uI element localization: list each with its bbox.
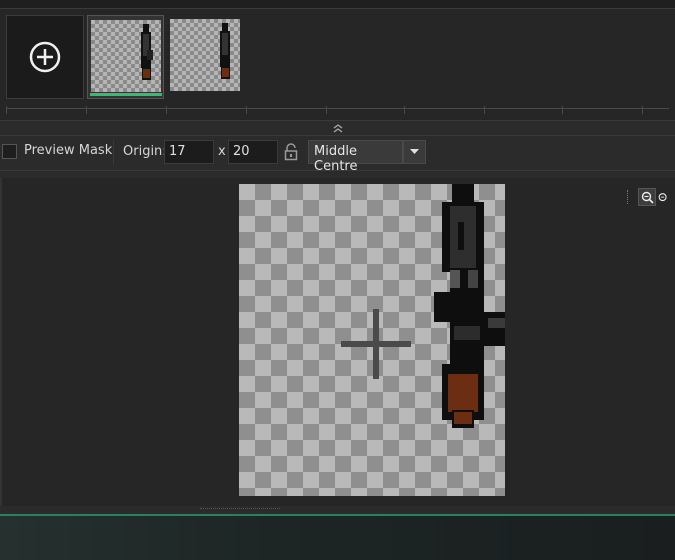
preview-mask-checkbox[interactable] — [2, 144, 17, 159]
sprite-toolbar: Preview Mask Origin: 17 x 20 Middle Cent… — [0, 136, 675, 174]
add-frame-icon — [29, 41, 61, 73]
sprite-thumbnail — [141, 24, 153, 80]
frame-thumbnail-selected[interactable] — [87, 15, 164, 99]
collapse-chevron-icon — [333, 124, 342, 133]
zoom-reset-icon — [658, 192, 667, 201]
frame-thumbnail-image — [91, 20, 161, 92]
origin-preset-dropdown-button[interactable] — [403, 140, 426, 164]
selected-indicator — [90, 93, 162, 96]
panel-collapse-handle[interactable] — [0, 120, 675, 136]
zoom-out-button[interactable] — [638, 188, 656, 206]
origin-preset-select[interactable]: Middle Centre — [308, 140, 403, 174]
toolbar-separator — [113, 140, 114, 165]
origin-lock-button[interactable] — [284, 143, 298, 165]
zoom-out-icon — [641, 191, 654, 204]
origin-y-input[interactable]: 20 — [228, 140, 278, 164]
lock-icon — [284, 143, 298, 161]
preview-mask-label: Preview Mask — [24, 143, 113, 158]
origin-separator: x — [218, 144, 226, 159]
sprite-canvas-area[interactable] — [0, 178, 675, 506]
canvas-bottom-border — [0, 506, 675, 514]
zoom-toolbar — [627, 186, 675, 208]
frame-thumbnail[interactable] — [167, 15, 244, 99]
zoom-reset-button[interactable] — [658, 188, 668, 206]
bottom-panel — [0, 514, 675, 560]
sprite-canvas[interactable] — [239, 184, 505, 496]
sprite-thumbnail — [220, 23, 230, 79]
add-frame-button[interactable] — [6, 15, 84, 99]
origin-x-input[interactable]: 17 — [164, 140, 214, 164]
timeline-ruler — [0, 106, 675, 119]
origin-label: Origin: — [123, 144, 167, 159]
resize-grip[interactable] — [200, 508, 280, 511]
dropdown-arrow-icon — [410, 149, 419, 154]
frame-thumbnail-image — [170, 19, 240, 91]
origin-crosshair-icon — [341, 309, 411, 379]
sprite-image — [341, 184, 505, 428]
top-bar — [0, 0, 675, 9]
frame-strip — [0, 9, 675, 121]
